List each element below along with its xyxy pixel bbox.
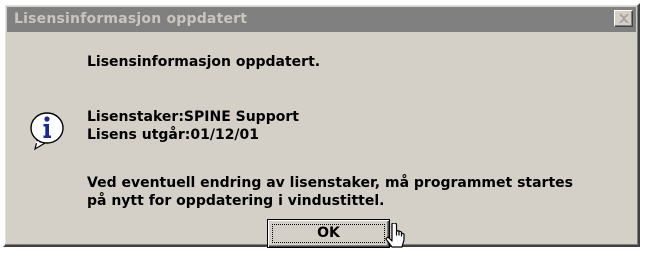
information-icon <box>29 111 65 151</box>
restart-note-line2: på nytt for oppdatering i vindustittel. <box>87 193 385 209</box>
license-info-dialog: Lisensinformasjon oppdatert Lisensinform… <box>3 3 640 248</box>
licensee-text: Lisenstaker:SPINE Support <box>87 109 299 125</box>
license-expiry-text: Lisens utgår:01/12/01 <box>87 127 260 143</box>
ok-button[interactable]: OK <box>267 219 390 248</box>
title-bar[interactable]: Lisensinformasjon oppdatert <box>7 7 636 32</box>
close-icon <box>619 14 629 23</box>
window-title: Lisensinformasjon oppdatert <box>14 11 248 27</box>
mouse-cursor-icon <box>385 222 407 253</box>
close-button[interactable] <box>614 10 633 27</box>
restart-note-line1: Ved eventuell endring av lisenstaker, må… <box>87 175 573 191</box>
message-heading: Lisensinformasjon oppdatert. <box>87 54 321 70</box>
ok-button-label: OK <box>317 225 340 241</box>
